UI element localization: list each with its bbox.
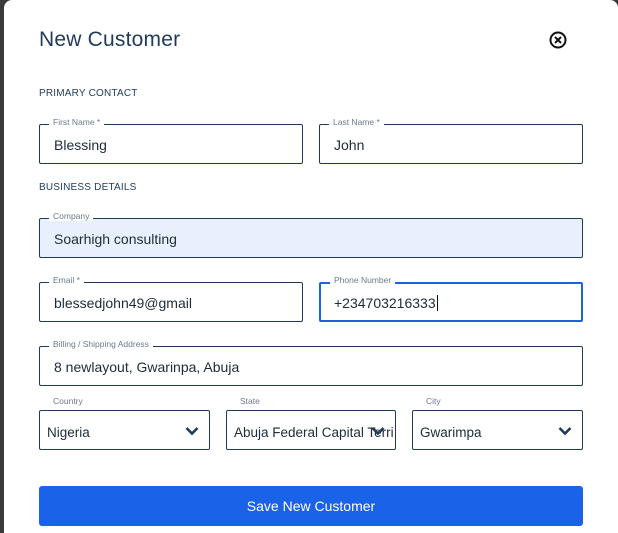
company-field[interactable]: Company Soarhigh consulting [39,211,583,258]
country-label: Country [53,396,83,406]
country-value: Nigeria [47,425,90,440]
first-name-label: First Name * [49,117,105,127]
chevron-down-icon [371,427,385,436]
section-primary-contact: PRIMARY CONTACT [39,88,138,99]
city-select[interactable]: City Gwarimpa [412,396,583,450]
close-icon[interactable] [549,31,567,49]
state-select[interactable]: State Abuja Federal Capital Terri [226,396,396,450]
first-name-value: Blessing [54,137,107,153]
phone-number-text: +234703216333 [334,295,436,311]
chevron-down-icon [185,427,199,436]
phone-number-value: +234703216333 [334,295,438,311]
first-name-field[interactable]: First Name * Blessing [39,117,303,164]
chevron-down-icon [558,427,572,436]
company-label: Company [49,211,94,221]
new-customer-dialog: New Customer PRIMARY CONTACT First Name … [4,0,618,533]
email-value: blessedjohn49@gmail [54,295,192,311]
last-name-label: Last Name * [329,117,384,127]
phone-number-field[interactable]: Phone Number +234703216333 [319,275,583,322]
last-name-field[interactable]: Last Name * John [319,117,583,164]
save-new-customer-button[interactable]: Save New Customer [39,486,583,526]
state-value: Abuja Federal Capital Terri [234,425,394,440]
address-field[interactable]: Billing / Shipping Address 8 newlayout, … [39,339,583,386]
address-label: Billing / Shipping Address [49,339,153,349]
address-value: 8 newlayout, Gwarinpa, Abuja [54,359,240,375]
section-business-details: BUSINESS DETAILS [39,182,137,193]
last-name-value: John [334,137,365,153]
country-select[interactable]: Country Nigeria [39,396,210,450]
email-label: Email * [49,275,84,285]
city-value: Gwarimpa [420,425,482,440]
email-field[interactable]: Email * blessedjohn49@gmail [39,275,303,322]
company-value: Soarhigh consulting [54,231,177,247]
city-label: City [426,396,441,406]
phone-number-label: Phone Number [330,275,396,285]
state-label: State [240,396,260,406]
dialog-title: New Customer [39,28,181,51]
text-cursor [436,295,438,311]
